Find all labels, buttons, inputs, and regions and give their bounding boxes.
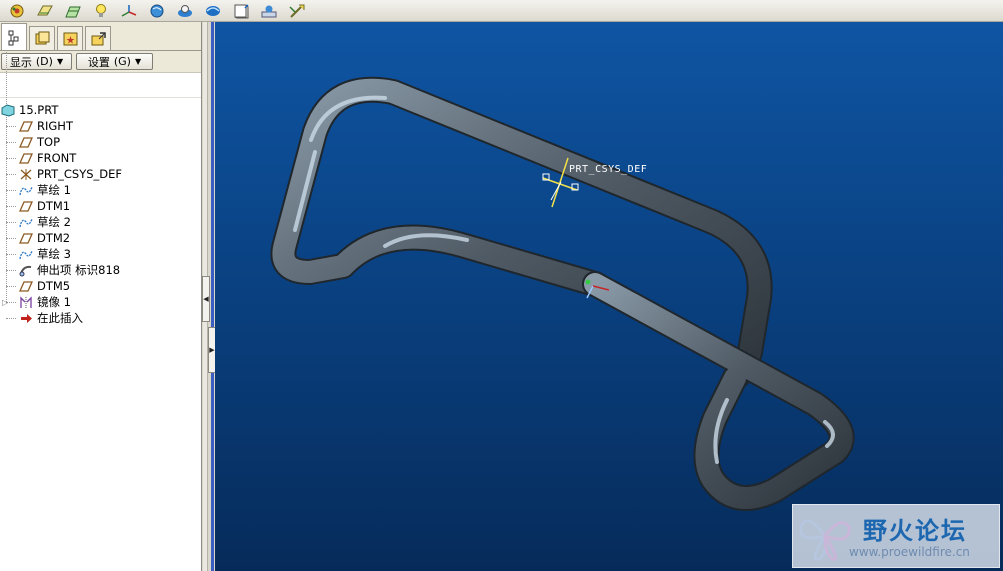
watermark-title: 野火论坛 (863, 517, 967, 545)
csys-label: PRT_CSYS_DEF (569, 164, 648, 175)
tree-item-label: 在此插入 (37, 311, 83, 325)
tree-item-protrusion[interactable]: 伸出项 标识818 (0, 262, 201, 278)
tree-item-front[interactable]: FRONT (0, 150, 201, 166)
panel-sash[interactable]: ◀ ▶ (202, 22, 216, 571)
watermark-url: www.proewildfire.cn (849, 545, 970, 559)
tree-item-label: 伸出项 标识818 (37, 263, 121, 277)
tree-item-label: 草绘 1 (37, 183, 71, 197)
repaint-icon[interactable] (286, 2, 307, 20)
tree-item-dtm1[interactable]: DTM1 (0, 198, 201, 214)
saved-views-icon[interactable] (258, 2, 279, 20)
csys-display-icon[interactable] (118, 2, 139, 20)
show-dropdown-key: (D) (35, 55, 53, 68)
sash-strip-blue (211, 22, 214, 571)
datum-plane-icon (18, 199, 33, 213)
settings-dropdown[interactable]: 设置 (G) ▼ (76, 53, 153, 70)
part-icon (0, 103, 15, 117)
chevron-down-icon: ▼ (56, 57, 64, 66)
tree-item-dtm2[interactable]: DTM2 (0, 230, 201, 246)
tree-item-label: DTM5 (37, 279, 71, 293)
tree-item-label: RIGHT (37, 119, 73, 133)
tree-item-sketch-3[interactable]: 草绘 3 (0, 246, 201, 262)
sketch-icon (18, 247, 33, 261)
graphics-window[interactable]: PRT_CSYS_DEF 野火论坛 www.proewildfire.cn (215, 22, 1003, 571)
sketch-icon (18, 215, 33, 229)
tree-item-insert-here[interactable]: 在此插入 (0, 310, 201, 326)
tree-item-csys[interactable]: PRT_CSYS_DEF (0, 166, 201, 182)
model-tree-panel: 显示 (D) ▼ 设置 (G) ▼ 15.PRT RIGHT TOP FRONT P… (0, 22, 202, 571)
shade-icon[interactable] (202, 2, 223, 20)
settings-dropdown-label: 设置 (87, 55, 110, 69)
favorites-icon (63, 32, 77, 46)
datum-plane-icon (18, 119, 33, 133)
tree-item-label: 草绘 3 (37, 247, 71, 261)
tree-root-label: 15.PRT (19, 103, 59, 117)
settings-dropdown-key: (G) (113, 55, 131, 68)
expand-arrow-icon[interactable]: ▷ (2, 298, 8, 307)
tree-root[interactable]: 15.PRT (0, 102, 201, 118)
datum-planes-icon[interactable] (34, 2, 55, 20)
butterfly-logo-icon (799, 519, 851, 561)
show-dropdown[interactable]: 显示 (D) ▼ (1, 53, 72, 70)
collapse-left-grip[interactable]: ◀ (202, 276, 210, 322)
tree-item-sketch-1[interactable]: 草绘 1 (0, 182, 201, 198)
bent-tube-model[interactable] (215, 22, 1003, 571)
tree-item-top[interactable]: TOP (0, 134, 201, 150)
tree-item-label: TOP (37, 135, 61, 149)
tree-item-label: PRT_CSYS_DEF (37, 167, 123, 181)
datum-axes-icon[interactable] (62, 2, 83, 20)
tree-item-label: DTM1 (37, 199, 71, 213)
light-bulb-icon[interactable] (90, 2, 111, 20)
datum-plane-icon (18, 151, 33, 165)
tree-item-dtm5[interactable]: DTM5 (0, 278, 201, 294)
tab-model-tree[interactable] (1, 23, 27, 50)
view-toolbar (0, 0, 1003, 22)
tree-item-label: 草绘 2 (37, 215, 71, 229)
chevron-down-icon: ▼ (134, 57, 142, 66)
tree-button-row: 显示 (D) ▼ 设置 (G) ▼ (0, 51, 201, 73)
datum-plane-icon (18, 279, 33, 293)
tree-item-right[interactable]: RIGHT (0, 118, 201, 134)
show-dropdown-label: 显示 (9, 55, 32, 69)
mirror-icon (18, 295, 33, 309)
tree-header-area (0, 73, 201, 98)
insert-here-arrow-icon (18, 311, 33, 325)
model-tree: 15.PRT RIGHT TOP FRONT PRT_CSYS_DEF 草绘 1… (0, 52, 201, 326)
tree-item-sketch-2[interactable]: 草绘 2 (0, 214, 201, 230)
tree-item-label: DTM2 (37, 231, 71, 245)
navigator-tabs (0, 22, 201, 51)
appearance-icon[interactable] (146, 2, 167, 20)
tree-item-mirror-1[interactable]: ▷ 镜像 1 (0, 294, 201, 310)
sketch-icon (18, 183, 33, 197)
tree-item-label: FRONT (37, 151, 77, 165)
tube-lower (584, 273, 853, 509)
datum-plane-icon (18, 231, 33, 245)
view-orient-icon[interactable] (230, 2, 251, 20)
tab-folder-browser[interactable] (29, 26, 55, 50)
tab-favorites[interactable] (57, 26, 83, 50)
connections-icon (91, 32, 106, 46)
datum-plane-icon (18, 135, 33, 149)
forum-watermark: 野火论坛 www.proewildfire.cn (792, 504, 1000, 568)
folder-browser-icon (35, 31, 49, 45)
spin-center-icon[interactable] (6, 2, 27, 20)
tab-connections[interactable] (85, 26, 111, 50)
model-color-icon[interactable] (174, 2, 195, 20)
model-tree-icon (8, 30, 18, 45)
csys-icon (18, 167, 33, 181)
sweep-icon (18, 263, 33, 277)
tree-item-label: 镜像 1 (37, 295, 71, 309)
